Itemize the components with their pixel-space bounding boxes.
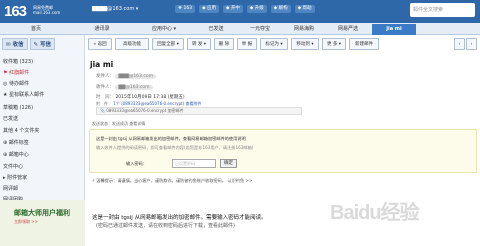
header-link[interactable]: ❖ 163 [175, 5, 196, 13]
mark-as-button[interactable]: 标记为 ▾ [260, 38, 288, 50]
back-button[interactable]: « 返回 [88, 38, 112, 50]
sidebar-item-attachments[interactable]: ▸ 附件管家 [3, 174, 27, 181]
promo-subtitle: 立即领取 >> [14, 219, 38, 224]
mail-toolbar: « 返回 高级功能 回复全部 ▾ 转 发 ▾ 删 除 举 报 标记为 ▾ 移动到… [86, 38, 480, 52]
time-value: 2015年10月09日 17:38 (星期五) [115, 95, 185, 100]
time-line: 时 间： 2015年10月09日 17:38 (星期五) [96, 94, 185, 100]
sidebar-item-mailbox-center[interactable]: ⊕ 邮箱中心 [3, 151, 29, 158]
new-mail-button[interactable]: 新建邮件 [349, 38, 379, 50]
reply-all-button[interactable]: 回复全部 ▾ [152, 38, 184, 50]
to-line: 收件人： ▇▇@163.com [96, 84, 153, 90]
to-label: 收件人： [96, 85, 114, 90]
next-mail-button[interactable]: › [466, 38, 477, 50]
confirm-button[interactable]: 确定 [220, 159, 237, 168]
header-link[interactable]: ◆ 应用 [199, 5, 219, 13]
tab-home[interactable]: 首页 [4, 24, 68, 35]
promo-banner[interactable]: 邮箱大师用户福利 立即领取 >> [0, 200, 85, 246]
encryption-notice-box: 这是一封由 tgsij 从网易邮箱发出的加密邮件。查看网易邮箱加密邮件的使用说明… [89, 129, 477, 173]
header-links: ❖ 163 ◆ 应用 ◆ 开中 ◆ 升级 ◆ 解构 ◆ 帮助 [175, 5, 315, 13]
header-link[interactable]: ◆ 帮助 [294, 5, 315, 13]
sidebar-item-todo[interactable]: ◎ 待办邮件 [3, 80, 29, 87]
encryption-info: 这是一封由 tgsij 从网易邮箱发出的加密邮件。查看网易邮箱加密邮件的使用说明 [96, 136, 246, 141]
tab-yanxuan[interactable]: 网易严选 [328, 24, 368, 35]
watermark: Baidu经验 [330, 202, 420, 224]
forward-button[interactable]: 转 发 ▾ [187, 38, 211, 50]
mail-body-line-2: (密码已通过邮件发送，请在收到密码后进行下载，查看此邮件) [96, 223, 235, 229]
tab-yiyuan[interactable]: 一元夺宝 [240, 24, 280, 35]
header-link[interactable]: ◆ 解构 [270, 5, 291, 13]
sidebar-item-flagged[interactable]: ⚑ 红旗邮件 [3, 69, 29, 76]
promo-title: 邮箱大师用户福利 [14, 209, 70, 217]
sidebar-item-starred[interactable]: ★ 星标联系人邮件 [3, 91, 44, 98]
logo-subtitle-domain: mail.163.com [33, 10, 61, 15]
report-button[interactable]: 举 报 [237, 38, 257, 50]
password-label: 输入密码： [126, 161, 147, 166]
attachment-chip[interactable]: 📎 0893333@ea65076-0.encrypt 加密邮件 [96, 107, 302, 115]
delete-button[interactable]: 删 除 [214, 38, 234, 50]
nav-tabs: 首页 通讯录 应用中心 ▾ 已发送 一元夺宝 网易海购 网易严选 jia mi [0, 23, 480, 35]
password-input[interactable]: 已设置密码 [172, 159, 216, 168]
from-label: 发件人： [96, 74, 114, 79]
time-label: 时 间： [96, 95, 114, 100]
account-menu[interactable]: ▇▇▇▇@163.com ▾ [92, 6, 138, 12]
attachment-label: 附 件： [96, 101, 112, 106]
search-input[interactable]: 邮件全文搜索 [410, 3, 475, 17]
safety-tip: ⚡ 温馨提示：请谨慎。当心客户，谨防欺诈。谨防被钓鱼账户收取密码。 认识钓鱼 >… [92, 178, 253, 183]
mail-body-line-1: 这是一封由 tgsij 从网易邮箱发出的加密邮件。需要输入密码才能阅读。 [92, 215, 267, 221]
sidebar-item-other-folders[interactable]: 其他 4 个文件夹 [3, 127, 39, 134]
header-link[interactable]: ◆ 升级 [246, 5, 267, 13]
top-header: 163 网易免费邮 mail.163.com ▇▇▇▇@163.com ▾ ❖ … [0, 0, 480, 23]
tab-current-mail[interactable]: jia mi [372, 24, 416, 35]
send-status: 发送状态：发送成功 查看详情 [92, 121, 146, 126]
tab-app-center[interactable]: 应用中心 ▾ [136, 24, 192, 35]
attachment-summary[interactable]: 1个 (0893333@ea65076-0.encrypt) 查看附件 [113, 101, 201, 106]
compose-button[interactable]: ✎ 写信 [29, 38, 56, 50]
sidebar-item-inbox[interactable]: 收件箱 (323) [3, 58, 33, 65]
sidebar-item-ping[interactable]: 网评邮 [3, 185, 18, 192]
move-to-button[interactable]: 移动到 ▾ [291, 38, 319, 50]
advanced-button[interactable]: 高级功能 [115, 38, 149, 50]
sidebar-item-drafts[interactable]: 草稿箱 (126) [3, 104, 33, 111]
encryption-instruction: 输入收件人提供的阅读密码，即可查看邮件内容(若您是非163用户，请注册163邮箱… [96, 145, 254, 150]
sidebar-item-tags[interactable]: ⊕ 邮件标签 [3, 139, 29, 146]
tab-contacts[interactable]: 通讯录 [72, 24, 132, 35]
header-link[interactable]: ◆ 开中 [222, 5, 243, 13]
logo-subtitle: 网易免费邮 mail.163.com [33, 5, 60, 15]
more-button[interactable]: 更 多 ▾ [322, 38, 346, 50]
tab-sent[interactable]: 已发送 [196, 24, 236, 35]
mail-subject: jia mi [90, 60, 114, 69]
sidebar-actions: ✉ 收信 ✎ 写信 [2, 38, 56, 50]
sidebar-item-files[interactable]: 文件中心 [3, 163, 23, 170]
to-address[interactable]: ▇▇@163.com [115, 85, 153, 90]
receive-button[interactable]: ✉ 收信 [2, 38, 28, 50]
mail-app: 163 网易免费邮 mail.163.com ▇▇▇▇@163.com ▾ ❖ … [0, 0, 480, 246]
sidebar: ✉ 收信 ✎ 写信 收件箱 (323) ⚑ 红旗邮件 ◎ 待办邮件 ★ 星标联系… [0, 35, 85, 246]
sidebar-item-sent[interactable]: 已发送 [3, 115, 18, 122]
tab-haigou[interactable]: 网易海购 [284, 24, 324, 35]
from-address[interactable]: ▇▇▇@163.com [115, 74, 156, 79]
prev-mail-button[interactable]: ‹ [454, 38, 465, 50]
from-line: 发件人： ▇▇▇@163.com [96, 73, 156, 79]
logo-163[interactable]: 163 [4, 3, 27, 20]
